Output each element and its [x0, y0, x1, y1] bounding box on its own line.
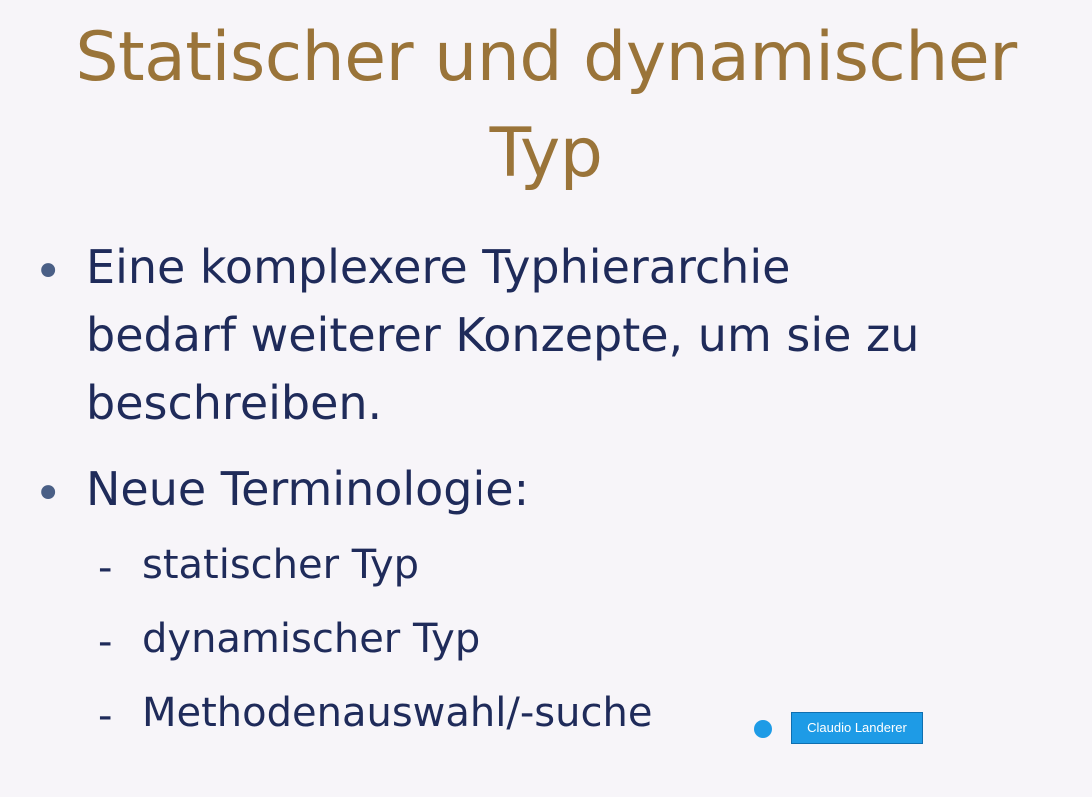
- slide-title-line-2: Typ: [489, 114, 603, 193]
- slide: Statischer und dynamischer Typ • Eine ko…: [0, 0, 1092, 797]
- bullet-marker: •: [34, 466, 63, 522]
- bullet-1-line-3: beschreiben.: [86, 376, 383, 430]
- bullet-1-line-2: bedarf weiterer Konzepte, um sie zu: [86, 308, 920, 362]
- subitem-method-selection: Methodenauswahl/-suche: [142, 690, 653, 736]
- subitem-marker: -: [98, 619, 113, 665]
- slide-title-line-1: Statischer und dynamischer: [75, 18, 1017, 97]
- subitem-dynamic-type: dynamischer Typ: [142, 616, 481, 662]
- subitem-marker: -: [98, 693, 113, 739]
- subitem-static-type: statischer Typ: [142, 542, 420, 588]
- pointer-dot-icon: [754, 720, 772, 738]
- presenter-name-tag: Claudio Landerer: [791, 712, 923, 744]
- slide-title: Statischer und dynamischer Typ: [0, 10, 1092, 202]
- bullet-2-line-1: Neue Terminologie:: [86, 462, 530, 516]
- subitem-marker: -: [98, 545, 113, 591]
- bullet-marker: •: [34, 244, 63, 300]
- bullet-1-line-1: Eine komplexere Typhierarchie: [86, 240, 791, 294]
